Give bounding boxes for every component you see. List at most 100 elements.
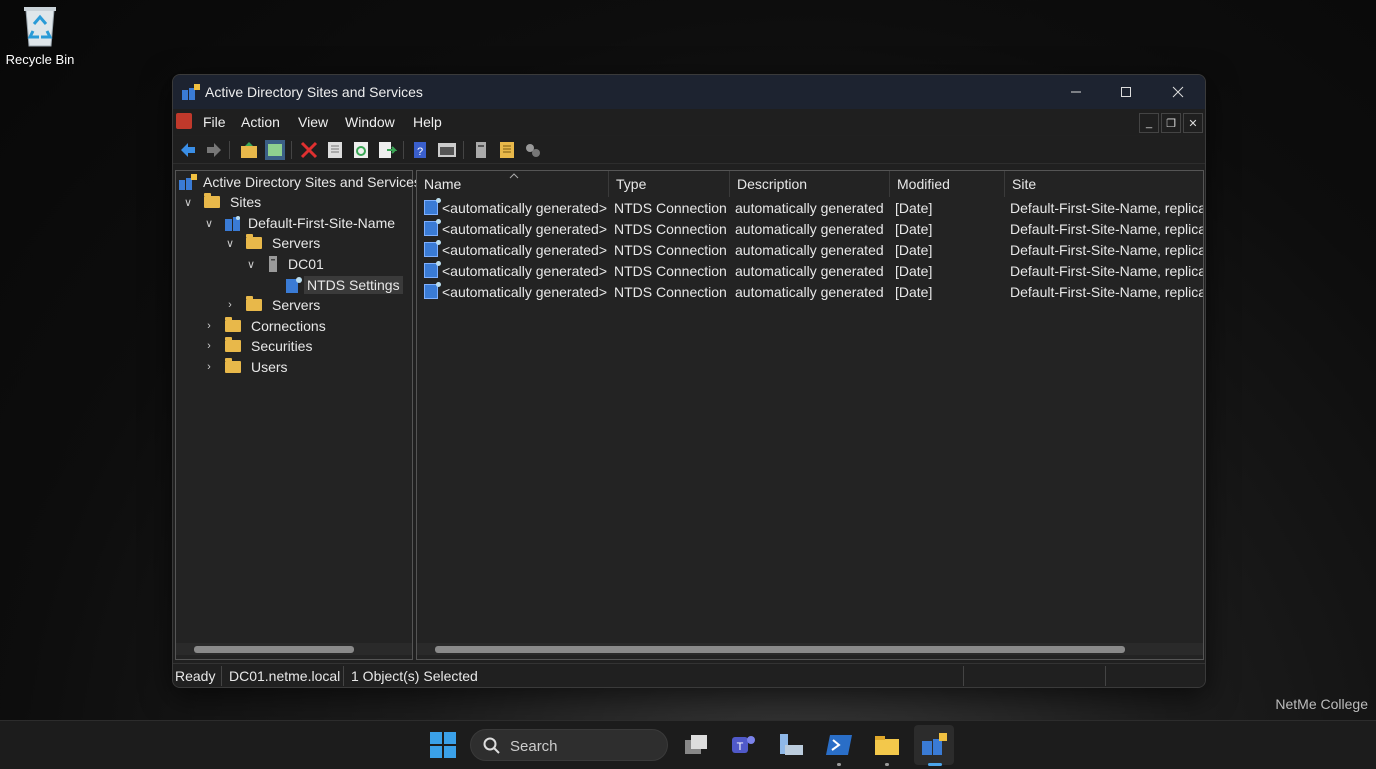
cell-type: NTDS Connection xyxy=(614,242,727,258)
chevron-down-icon[interactable]: ∨ xyxy=(203,217,215,230)
tree-item-label: Servers xyxy=(272,235,321,251)
ntds-connection-icon xyxy=(424,240,441,257)
tree-item-connections[interactable]: › Cornections xyxy=(203,316,329,336)
cell-description: automatically generated xyxy=(735,284,884,300)
chevron-down-icon[interactable]: ∨ xyxy=(224,237,236,250)
table-row[interactable]: <automatically generated> NTDS Connectio… xyxy=(417,240,1203,261)
sites-services-icon[interactable] xyxy=(920,731,948,759)
ntds-connection-icon xyxy=(424,219,441,236)
back-arrow-icon[interactable] xyxy=(178,140,198,160)
tree-item-label: Default-First-Site-Name xyxy=(248,215,396,231)
cell-site: Default-First-Site-Name, replicat xyxy=(1010,242,1203,258)
running-indicator xyxy=(837,763,841,766)
column-header-site[interactable]: Site xyxy=(1005,171,1203,197)
server-manager-icon[interactable] xyxy=(777,731,805,759)
close-button[interactable] xyxy=(1153,75,1203,109)
menu-file[interactable]: File xyxy=(203,114,226,130)
cell-name: <automatically generated> xyxy=(442,242,607,258)
cell-description: automatically generated xyxy=(735,263,884,279)
menu-window[interactable]: Window xyxy=(345,114,395,130)
taskbar-search-box[interactable]: Search xyxy=(470,729,668,761)
table-row[interactable]: <automatically generated> NTDS Connectio… xyxy=(417,219,1203,240)
scrollbar-thumb[interactable] xyxy=(435,646,1125,653)
maximize-button[interactable] xyxy=(1101,75,1151,109)
task-view-icon[interactable] xyxy=(682,731,710,759)
status-divider xyxy=(343,666,344,686)
windows-start-icon[interactable] xyxy=(429,731,457,759)
powershell-icon[interactable] xyxy=(825,731,853,759)
replicate-icon[interactable] xyxy=(523,140,543,160)
chevron-down-icon[interactable]: ∨ xyxy=(182,196,194,209)
delete-icon[interactable] xyxy=(299,140,319,160)
chevron-right-icon[interactable]: › xyxy=(203,340,215,352)
sites-services-icon xyxy=(179,174,197,190)
tree-item-dc01[interactable]: ∨ DC01 xyxy=(245,254,327,274)
table-row[interactable]: <automatically generated> NTDS Connectio… xyxy=(417,282,1203,303)
cell-type: NTDS Connection xyxy=(614,221,727,237)
table-row[interactable]: <automatically generated> NTDS Connectio… xyxy=(417,198,1203,219)
tree-item-label: Sites xyxy=(230,194,262,210)
refresh-icon[interactable] xyxy=(351,140,371,160)
show-hide-tree-icon[interactable] xyxy=(265,140,285,160)
mmc-console-icon[interactable] xyxy=(176,113,192,129)
forward-arrow-icon[interactable] xyxy=(204,140,224,160)
tree-item-servers[interactable]: ∨ Servers xyxy=(224,233,323,253)
cell-modified: [Date] xyxy=(895,200,933,216)
status-divider xyxy=(221,666,222,686)
child-restore-button[interactable]: ❐ xyxy=(1161,113,1181,133)
sort-ascending-icon xyxy=(509,173,519,179)
column-header-description[interactable]: Description xyxy=(730,171,890,197)
chevron-right-icon[interactable]: › xyxy=(203,361,215,373)
tree-item-ntds-settings[interactable]: NTDS Settings xyxy=(286,275,403,295)
tree-pane[interactable]: Active Directory Sites and Services ∨ Si… xyxy=(175,170,421,660)
minimize-button[interactable] xyxy=(1051,75,1101,109)
tree-root-label: Active Directory Sites and Services xyxy=(203,174,421,190)
minimize-icon xyxy=(1071,91,1081,93)
export-list-icon[interactable] xyxy=(377,140,397,160)
recycle-bin[interactable]: Recycle Bin xyxy=(4,4,76,67)
tree-item-servers-2[interactable]: › Servers xyxy=(224,295,323,315)
tree-root[interactable]: Active Directory Sites and Services xyxy=(179,172,424,192)
chevron-right-icon[interactable]: › xyxy=(203,320,215,332)
cell-name: <automatically generated> xyxy=(442,200,607,216)
ntds-connection-icon xyxy=(424,261,441,278)
toolbar: ? xyxy=(173,136,1205,164)
tree-item-label: Securities xyxy=(251,338,313,354)
tree-horizontal-scrollbar[interactable] xyxy=(176,643,412,655)
menu-help[interactable]: Help xyxy=(413,114,442,130)
server-icon xyxy=(269,256,277,272)
tree-item-sites[interactable]: ∨ Sites xyxy=(182,192,264,212)
folder-icon xyxy=(225,317,241,332)
list-pane[interactable]: Name Type Description Modified Site <aut… xyxy=(416,170,1204,660)
menu-action[interactable]: Action xyxy=(241,114,280,130)
table-row[interactable]: <automatically generated> NTDS Connectio… xyxy=(417,261,1203,282)
chevron-right-icon[interactable]: › xyxy=(224,299,236,311)
tree-item-site[interactable]: ∨ Default-First-Site-Name xyxy=(203,213,398,233)
chevron-down-icon[interactable]: ∨ xyxy=(245,258,257,271)
sites-services-app-icon xyxy=(182,84,200,100)
cell-description: automatically generated xyxy=(735,200,884,216)
column-header-type[interactable]: Type xyxy=(609,171,730,197)
up-folder-icon[interactable] xyxy=(239,140,259,160)
tree-item-securities[interactable]: › Securities xyxy=(203,336,315,356)
help-icon[interactable]: ? xyxy=(411,140,431,160)
cell-name: <automatically generated> xyxy=(442,263,607,279)
list-icon[interactable] xyxy=(497,140,517,160)
list-horizontal-scrollbar[interactable] xyxy=(417,643,1203,655)
status-divider xyxy=(963,666,964,686)
server-icon[interactable] xyxy=(471,140,491,160)
tree-item-users[interactable]: › Users xyxy=(203,357,291,377)
teams-icon[interactable]: T xyxy=(729,731,757,759)
window-title: Active Directory Sites and Services xyxy=(205,84,423,100)
scrollbar-thumb[interactable] xyxy=(194,646,354,653)
child-close-button[interactable]: ✕ xyxy=(1183,113,1203,133)
menu-view[interactable]: View xyxy=(298,114,328,130)
file-explorer-icon[interactable] xyxy=(873,731,901,759)
console-icon[interactable] xyxy=(437,140,457,160)
title-bar[interactable]: Active Directory Sites and Services xyxy=(173,75,1205,109)
cell-type: NTDS Connection xyxy=(614,263,727,279)
properties-icon[interactable] xyxy=(325,140,345,160)
column-header-modified[interactable]: Modified xyxy=(890,171,1005,197)
child-minimize-button[interactable]: _ xyxy=(1139,113,1159,133)
status-server: DC01.netme.local xyxy=(229,668,341,684)
